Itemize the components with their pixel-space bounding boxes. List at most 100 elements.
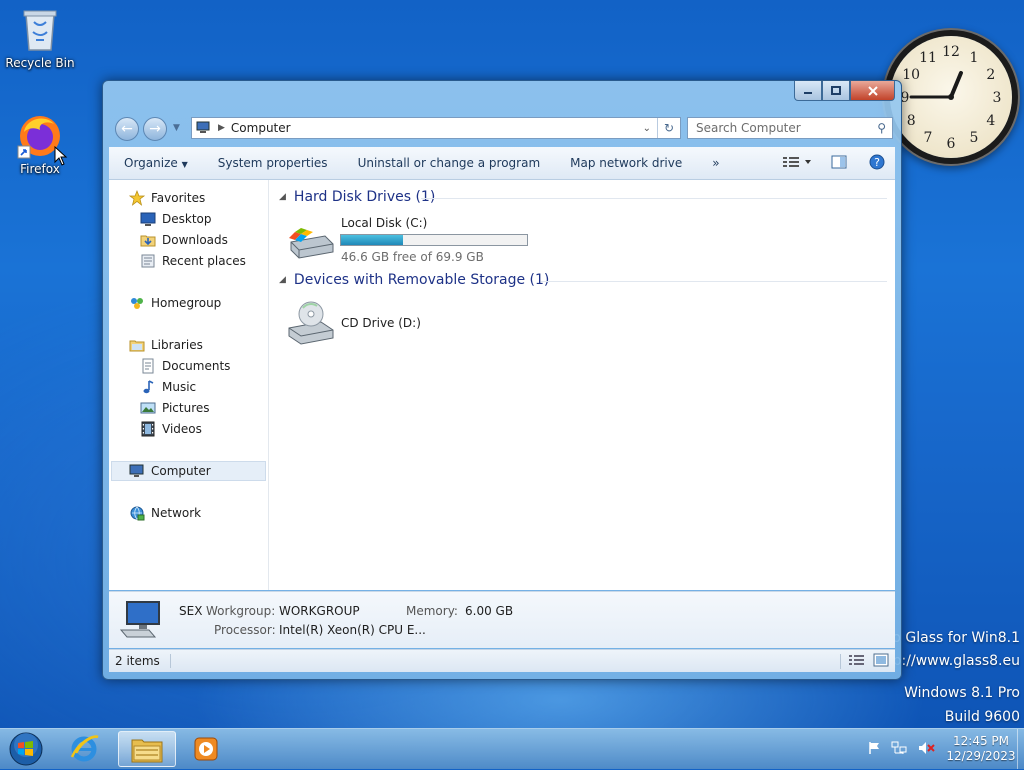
breadcrumb-separator-icon[interactable]: ▶ [218, 123, 225, 133]
command-bar: Organize ▼ System properties Uninstall o… [109, 147, 895, 180]
refresh-icon[interactable]: ↻ [657, 118, 680, 138]
clock-center-pin [948, 94, 954, 100]
start-button[interactable] [4, 731, 44, 767]
search-input[interactable]: Search Computer ⚲ [687, 117, 893, 139]
group-header-hard-disk[interactable]: ◢ Hard Disk Drives (1) [279, 189, 435, 205]
explorer-window[interactable]: ← → ▼ ▶ Computer ⌄ ↻ Search Computer ⚲ O… [102, 80, 902, 680]
system-properties-button[interactable]: System properties [203, 156, 343, 170]
organize-button[interactable]: Organize ▼ [109, 156, 203, 170]
large-icons-view-icon[interactable] [873, 653, 889, 670]
nav-label: Music [162, 380, 197, 394]
nav-favorites[interactable]: Favorites [128, 188, 205, 208]
group-header-label: Devices with Removable Storage (1) [293, 272, 550, 288]
desktop-icon-label: Firefox [20, 162, 60, 176]
nav-desktop[interactable]: Desktop [140, 209, 212, 229]
media-player-icon [194, 737, 218, 761]
close-icon[interactable] [850, 81, 895, 101]
clock-hour-label: 4 [986, 113, 995, 129]
nav-network[interactable]: Network [129, 503, 201, 523]
item-count: 2 items [115, 654, 171, 668]
nav-recent-places[interactable]: Recent places [140, 251, 246, 271]
music-note-icon [140, 379, 156, 395]
system-tray: 12:45 PM 12/29/2023 [867, 729, 1024, 769]
nav-libraries[interactable]: Libraries [129, 335, 203, 355]
file-explorer-icon [131, 739, 163, 763]
nav-documents[interactable]: Documents [140, 356, 230, 376]
show-desktop-button[interactable] [1017, 729, 1024, 769]
preview-pane-icon[interactable] [831, 155, 847, 172]
internet-explorer-icon [70, 735, 99, 762]
recent-places-icon [140, 253, 156, 269]
drive-item-d[interactable]: CD Drive (D:) [287, 298, 487, 346]
desktop-icon-recycle-bin[interactable]: Recycle Bin [0, 6, 80, 70]
taskbar-file-explorer[interactable] [118, 731, 176, 767]
hard-disk-icon [287, 228, 335, 265]
network-icon [129, 505, 145, 521]
search-placeholder: Search Computer [696, 121, 801, 135]
help-icon[interactable]: ? [869, 154, 885, 173]
downloads-folder-icon [140, 232, 156, 248]
documents-icon [140, 358, 156, 374]
desktop-icon-label: Recycle Bin [5, 56, 75, 70]
back-icon[interactable]: ← [115, 117, 139, 141]
taskbar-media-player[interactable] [180, 731, 232, 767]
nav-pictures[interactable]: Pictures [140, 398, 210, 418]
action-center-flag-icon[interactable] [867, 741, 881, 758]
address-box[interactable]: ▶ Computer ⌄ ↻ [191, 117, 681, 139]
recent-pages-icon[interactable]: ▼ [173, 123, 180, 133]
group-header-removable[interactable]: ◢ Devices with Removable Storage (1) [279, 272, 549, 288]
homegroup-icon [129, 295, 145, 311]
taskbar-internet-explorer[interactable] [58, 731, 110, 767]
processor-label: Processor: [214, 623, 276, 637]
drive-item-c[interactable]: Local Disk (C:) 46.6 GB free of 69.9 GB [287, 216, 537, 264]
nav-homegroup[interactable]: Homegroup [129, 293, 221, 313]
watermark-line: p://www.glass8.eu [892, 653, 1020, 669]
computer-icon [129, 463, 145, 479]
watermark-build: Build 9600 [944, 709, 1020, 725]
nav-videos[interactable]: Videos [140, 419, 202, 439]
minimize-icon[interactable] [794, 81, 822, 101]
clock-face: 12 1234567891011 [901, 44, 1002, 152]
caption-buttons [794, 81, 895, 101]
videos-icon [140, 421, 156, 437]
nav-label: Documents [162, 359, 231, 373]
group-header-label: Hard Disk Drives (1) [293, 189, 436, 205]
volume-muted-icon[interactable] [917, 741, 935, 758]
nav-label: Videos [162, 422, 202, 436]
forward-icon[interactable]: → [143, 117, 167, 141]
breadcrumb-computer[interactable]: Computer [231, 121, 291, 135]
change-view-icon[interactable] [783, 156, 813, 171]
details-view-icon[interactable] [840, 653, 865, 669]
pictures-icon [140, 400, 156, 416]
desktop-icon-firefox[interactable]: Firefox [0, 112, 80, 176]
workgroup-label: Workgroup: [206, 604, 276, 618]
search-icon[interactable]: ⚲ [877, 121, 886, 135]
collapse-arrow-icon[interactable]: ◢ [279, 192, 286, 202]
windows-orb-icon [9, 732, 43, 766]
nav-music[interactable]: Music [140, 377, 196, 397]
watermark-os: Windows 8.1 Pro [904, 685, 1020, 701]
details-pane: SEX Workgroup: WORKGROUP Memory: 6.00 GB… [109, 591, 895, 648]
processor-value: Intel(R) Xeon(R) CPU E... [279, 623, 426, 637]
network-status-icon[interactable] [891, 741, 907, 758]
watermark-line: o Glass for Win8.1 [892, 630, 1020, 646]
star-icon [128, 190, 146, 206]
more-commands-button[interactable]: » [697, 156, 734, 170]
taskbar-clock[interactable]: 12:45 PM 12/29/2023 [945, 734, 1017, 764]
content-area: Favorites Desktop Downloads Recent place… [109, 180, 895, 590]
computer-large-icon [119, 600, 165, 643]
clock-hour-label: 8 [907, 113, 916, 129]
workgroup-value: WORKGROUP [279, 604, 360, 618]
taskbar: 12:45 PM 12/29/2023 [0, 728, 1024, 769]
collapse-arrow-icon[interactable]: ◢ [279, 275, 286, 285]
clock-hour-label: 7 [924, 130, 933, 146]
drive-c-usage-bar [340, 234, 528, 246]
maximize-icon[interactable] [822, 81, 850, 101]
clock-gadget[interactable]: 12 1 2 3 4 5 6 7 8 9 10 11 [890, 36, 1012, 158]
nav-computer[interactable]: Computer [129, 461, 211, 481]
uninstall-program-button[interactable]: Uninstall or change a program [343, 156, 556, 170]
address-bar-row: ← → ▼ ▶ Computer ⌄ ↻ Search Computer ⚲ [111, 115, 893, 141]
nav-downloads[interactable]: Downloads [140, 230, 228, 250]
map-network-drive-button[interactable]: Map network drive [555, 156, 697, 170]
address-dropdown-icon[interactable]: ⌄ [643, 123, 651, 134]
